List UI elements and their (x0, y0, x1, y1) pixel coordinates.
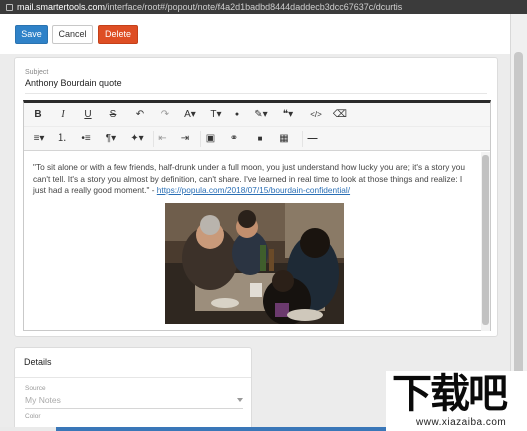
font-color-icon[interactable]: A▾ (179, 107, 201, 123)
source-label: Source (25, 385, 46, 392)
indent-icon[interactable]: ⇥ (177, 131, 193, 147)
outdent-icon[interactable]: ⇤ (153, 131, 171, 147)
image-icon[interactable]: ▣ (200, 131, 220, 147)
italic-icon[interactable]: I (55, 107, 71, 123)
editor-toolbar-row-2: ≡▾ ⒈ •≡ ¶▾ ✦▾ ⇤ ⇥ ▣ ⚭ ■ ▦ — (24, 127, 490, 151)
rich-text-editor: B I U S ↶ ↷ A▾ T▾ ● ✎▾ ❝▾ </> ⌫ ≡▾ ⒈ •≡ … (23, 100, 491, 331)
watermark-url: www.xiazaiba.com (416, 417, 507, 428)
url-host: mail.smartertools.com (17, 2, 106, 12)
details-title: Details (24, 357, 52, 367)
source-select[interactable]: My Notes (25, 395, 243, 409)
save-button[interactable]: Save (15, 25, 48, 44)
watermark-logo: 下载吧 www.xiazaiba.com (386, 371, 527, 431)
page-scrollbar-thumb[interactable] (514, 52, 523, 382)
subject-label: Subject (25, 69, 49, 76)
lock-icon (6, 4, 13, 11)
source-link[interactable]: https://popula.com/2018/07/15/bourdain-c… (157, 185, 350, 195)
subject-input[interactable]: Anthony Bourdain quote (25, 78, 487, 94)
font-size-icon[interactable]: T▾ (205, 107, 227, 123)
note-popout: Save Cancel Delete Subject Anthony Bourd… (0, 14, 510, 431)
unordered-list-icon[interactable]: •≡ (78, 131, 94, 147)
link-icon[interactable]: ⚭ (226, 131, 242, 147)
url-bar[interactable]: mail.smartertools.com/interface/root#/po… (0, 0, 527, 14)
redo-icon[interactable]: ↷ (157, 107, 173, 123)
paragraph-icon[interactable]: ¶▾ (100, 131, 122, 147)
undo-icon[interactable]: ↶ (132, 107, 148, 123)
group-dinner-image (165, 203, 344, 324)
ink-drop-icon[interactable]: ● (230, 107, 244, 123)
delete-button[interactable]: Delete (98, 25, 138, 44)
details-panel: Details Source My Notes Color (14, 347, 252, 431)
horizontal-rule-icon[interactable]: — (302, 131, 322, 147)
quote-icon[interactable]: ❝▾ (277, 107, 299, 123)
paintbrush-icon[interactable]: ✎▾ (250, 107, 272, 123)
editor-content[interactable]: "To sit alone or with a few friends, hal… (24, 152, 480, 331)
action-bar: Save Cancel Delete (0, 14, 510, 54)
code-icon[interactable]: </> (306, 107, 326, 123)
bold-icon[interactable]: B (30, 107, 46, 123)
table-icon[interactable]: ▦ (276, 131, 292, 147)
eraser-icon[interactable]: ⌫ (332, 107, 348, 123)
align-icon[interactable]: ≡▾ (28, 131, 50, 147)
editor-toolbar-row-1: B I U S ↶ ↷ A▾ T▾ ● ✎▾ ❝▾ </> ⌫ (24, 103, 490, 127)
chevron-down-icon (237, 398, 243, 402)
underline-icon[interactable]: U (80, 107, 96, 123)
editor-scrollbar-thumb[interactable] (482, 155, 489, 325)
ordered-list-icon[interactable]: ⒈ (54, 131, 70, 147)
watermark-big-text: 下载吧 (392, 371, 508, 417)
video-icon[interactable]: ■ (252, 131, 268, 147)
strikethrough-icon[interactable]: S (105, 107, 121, 123)
url-path: /interface/root#/popout/note/f4a2d1badbd… (105, 2, 403, 12)
taskbar-strip (0, 427, 386, 431)
embedded-photo[interactable] (165, 203, 344, 324)
magic-wand-icon[interactable]: ✦▾ (126, 131, 148, 147)
page-scrollbar[interactable] (510, 14, 527, 431)
cancel-button[interactable]: Cancel (52, 25, 93, 44)
source-selected-value: My Notes (25, 395, 61, 405)
taskbar-gap (0, 427, 56, 431)
note-card: Subject Anthony Bourdain quote B I U S ↶… (14, 57, 498, 337)
details-divider (15, 377, 251, 378)
color-label: Color (25, 413, 41, 420)
